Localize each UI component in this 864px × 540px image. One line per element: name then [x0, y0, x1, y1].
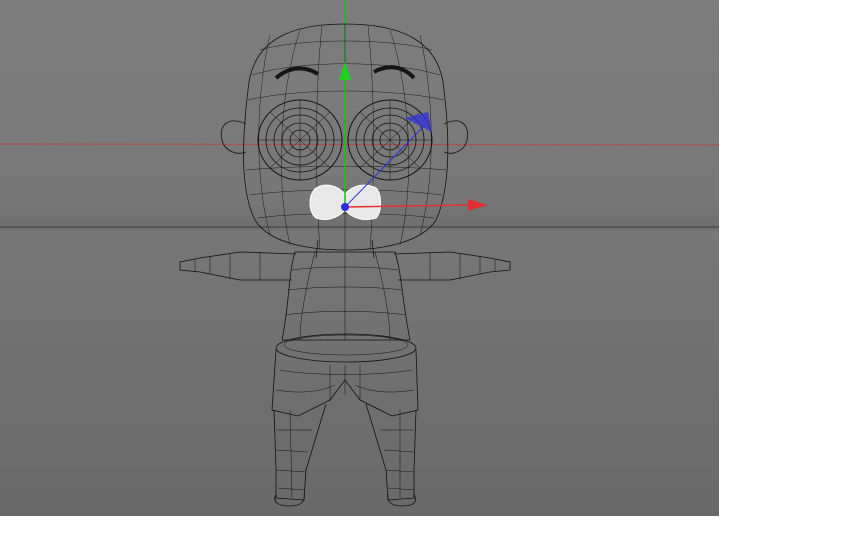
left-eye — [257, 99, 343, 181]
waistband — [275, 333, 417, 363]
gizmo-z-axis-handle[interactable] — [344, 124, 426, 208]
3d-viewport[interactable] — [0, 0, 719, 516]
right-arm — [393, 251, 511, 281]
left-leg-rings — [275, 409, 312, 499]
right-arm-rings — [429, 252, 496, 280]
left-ear — [220, 120, 247, 154]
gizmo-x-arrow-icon[interactable] — [468, 199, 488, 211]
torso-mesh-lines — [284, 251, 407, 341]
left-leg — [273, 403, 327, 501]
right-eyebrow — [373, 65, 416, 80]
right-leg-rings — [380, 410, 415, 498]
viewport-canvas[interactable] — [0, 0, 719, 516]
gizmo-y-arrow-icon[interactable] — [339, 62, 351, 80]
left-eyebrow — [274, 66, 320, 80]
world-x-axis-line — [0, 143, 719, 146]
left-arm-rings — [194, 252, 261, 280]
right-leg — [365, 403, 417, 501]
torso-outline — [281, 251, 411, 341]
blank-margin-right — [719, 0, 864, 540]
pants-mesh-lines — [275, 365, 415, 400]
blank-margin-bottom — [0, 516, 864, 540]
waistband-inner — [283, 334, 409, 356]
left-arm — [179, 251, 297, 281]
right-eye — [347, 99, 433, 181]
gizmo-center-point[interactable] — [341, 203, 349, 211]
